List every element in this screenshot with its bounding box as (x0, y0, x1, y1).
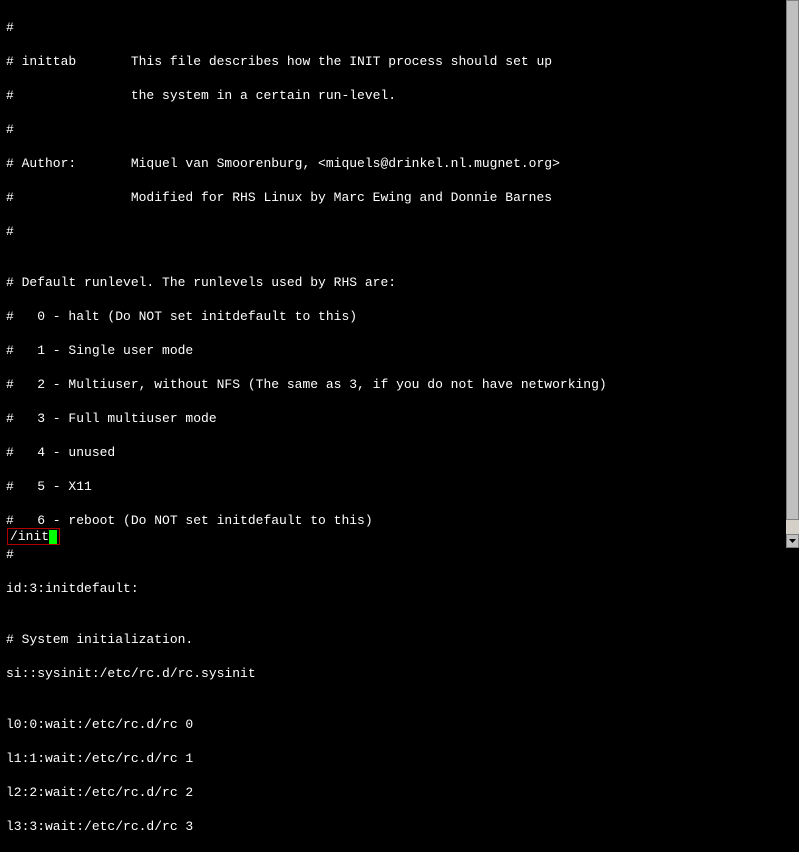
file-line: si::sysinit:/etc/rc.d/rc.sysinit (6, 665, 786, 682)
file-line: # Modified for RHS Linux by Marc Ewing a… (6, 189, 786, 206)
file-line: # Author: Miquel van Smoorenburg, <mique… (6, 155, 786, 172)
search-command-line[interactable]: /init (7, 528, 60, 545)
terminal-output[interactable]: # # inittab This file describes how the … (0, 0, 786, 548)
cursor-icon (49, 530, 57, 544)
file-line: # 4 - unused (6, 444, 786, 461)
file-line: # 5 - X11 (6, 478, 786, 495)
file-line: # (6, 223, 786, 240)
file-line: id:3:initdefault: (6, 580, 786, 597)
file-line: # 3 - Full multiuser mode (6, 410, 786, 427)
file-line: # Default runlevel. The runlevels used b… (6, 274, 786, 291)
file-line: l2:2:wait:/etc/rc.d/rc 2 (6, 784, 786, 801)
file-line: # the system in a certain run-level. (6, 87, 786, 104)
search-query: /init (10, 529, 49, 544)
file-line: # (6, 121, 786, 138)
file-line: # 6 - reboot (Do NOT set initdefault to … (6, 512, 786, 529)
file-line: # System initialization. (6, 631, 786, 648)
file-line: l0:0:wait:/etc/rc.d/rc 0 (6, 716, 786, 733)
file-line: # 0 - halt (Do NOT set initdefault to th… (6, 308, 786, 325)
scrollbar-track[interactable] (786, 0, 799, 548)
file-line: # 2 - Multiuser, without NFS (The same a… (6, 376, 786, 393)
scroll-down-button[interactable] (786, 534, 799, 548)
file-line: l1:1:wait:/etc/rc.d/rc 1 (6, 750, 786, 767)
file-line: # (6, 19, 786, 36)
file-line: # inittab This file describes how the IN… (6, 53, 786, 70)
chevron-down-icon (789, 539, 796, 543)
scrollbar-thumb[interactable] (786, 0, 799, 520)
file-line: # 1 - Single user mode (6, 342, 786, 359)
file-line: l3:3:wait:/etc/rc.d/rc 3 (6, 818, 786, 835)
file-line: # (6, 546, 786, 563)
